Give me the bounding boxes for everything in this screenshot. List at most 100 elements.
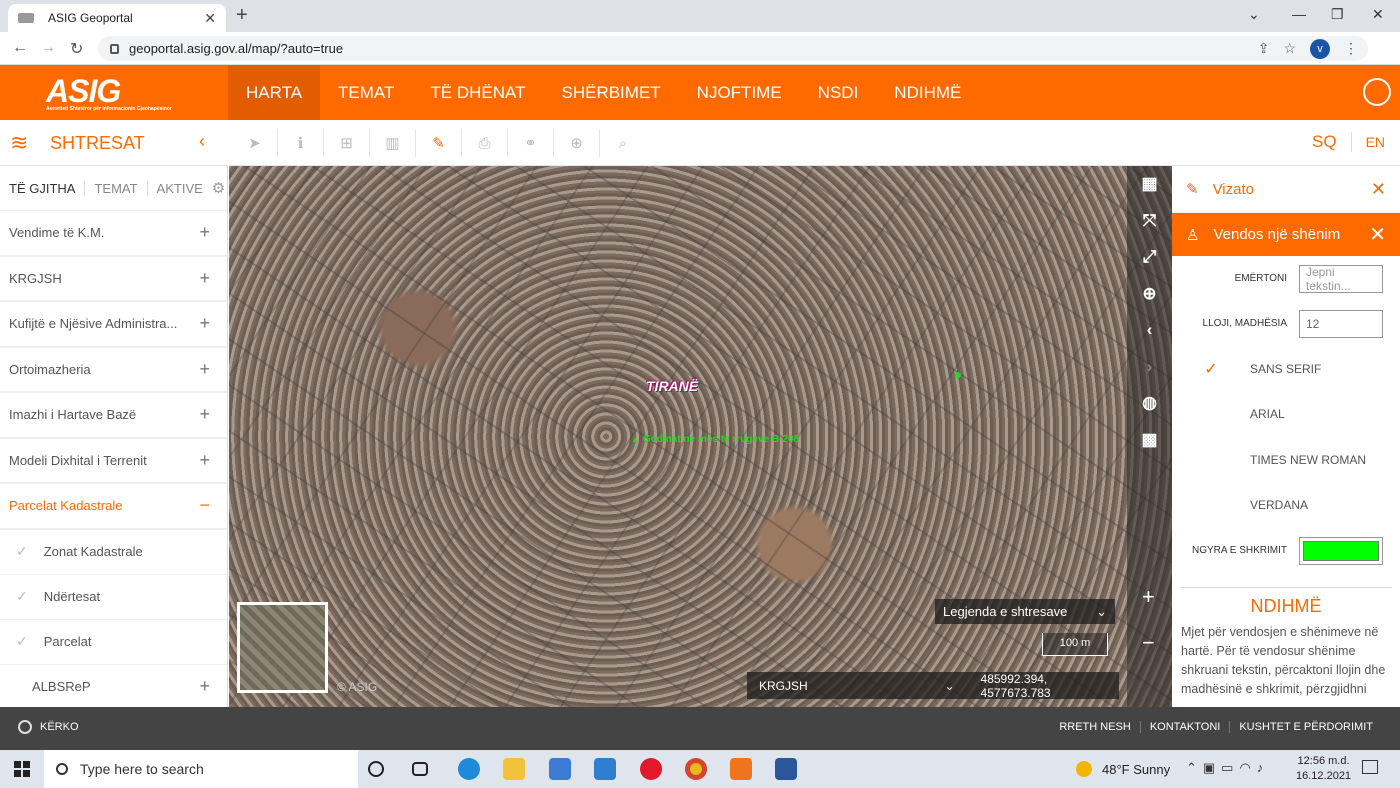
fullscreen-icon[interactable]: ⤧ [1127,203,1172,240]
link-about[interactable]: RRETH NESH [1050,721,1140,733]
layer-group-ortoimazheria[interactable]: Ortoimazheria + [0,348,227,393]
previous-extent-icon[interactable]: ‹ [1127,312,1172,349]
close-window-icon[interactable]: ✕ [1372,6,1384,23]
user-account-icon[interactable] [1363,78,1391,106]
crs-select[interactable]: KRGJSH ⌄ [747,679,963,693]
browser-menu-icon[interactable]: ⋮ [1344,40,1358,57]
print-icon[interactable]: ⎙ [462,129,508,157]
mail-icon[interactable] [594,758,616,780]
word-icon[interactable] [775,758,797,780]
clock[interactable]: 12:56 m.d. 16.12.2021 [1296,754,1351,784]
layer-parcelat[interactable]: ✓ Parcelat [0,620,227,665]
layer-group-parcelat[interactable]: Parcelat Kadastrale − [0,484,227,530]
info-icon[interactable]: ℹ [278,129,324,157]
minimize-icon[interactable]: — [1292,6,1306,22]
nav-sherbimet[interactable]: SHËRBIMET [543,65,678,120]
layer-zonat[interactable]: ✓ Zonat Kadastrale [0,530,227,575]
close-draw-icon[interactable]: ✕ [1371,179,1386,200]
nav-te-dhenat[interactable]: TË DHËNAT [412,65,543,120]
edge-icon[interactable] [458,758,480,780]
layer-group-imazhi[interactable]: Imazhi i Hartave Bazë + [0,393,227,439]
lang-en[interactable]: EN [1350,132,1385,152]
expand-icon[interactable]: ⤢ [1127,239,1172,276]
expand-icon[interactable]: + [199,404,218,425]
footer-search[interactable]: KËRKO [18,720,79,734]
grid-icon[interactable]: ▩ [1127,422,1172,459]
tab-all[interactable]: TË GJITHA [0,180,86,196]
layer-ndertesat[interactable]: ✓ Ndërtesat [0,575,227,620]
font-option-sans-serif[interactable]: ✓ SANS SERIF [1172,346,1400,392]
check-icon[interactable]: ✓ [16,543,28,560]
reload-icon[interactable]: ↻ [70,39,83,59]
search-icon[interactable]: ⌕ [600,129,646,157]
collapse-sidebar-icon[interactable]: ‹ [199,131,205,152]
map-point-marker[interactable] [955,372,961,378]
link-terms[interactable]: KUSHTET E PËRDORIMIT [1229,721,1382,733]
note-text-input[interactable]: Jepni tekstin... [1299,264,1383,293]
opera-icon[interactable] [640,758,662,780]
close-note-icon[interactable]: ✕ [1369,222,1386,247]
overview-map[interactable] [237,602,328,693]
nav-harta[interactable]: HARTA [228,65,321,120]
check-icon[interactable]: ✓ [16,588,28,605]
layer-group-krgjsh[interactable]: KRGJSH + [0,257,227,302]
collapse-icon[interactable]: − [199,495,218,516]
new-tab-icon[interactable]: + [236,4,248,27]
tab-search-icon[interactable]: ⌄ [1248,6,1260,23]
expand-icon[interactable]: + [199,450,218,471]
url-field[interactable]: geoportal.asig.gov.al/map/?auto=true ⇪ ☆… [98,36,1368,61]
nav-ndihme[interactable]: NDIHMË [876,65,979,120]
expand-icon[interactable]: + [199,222,218,243]
next-extent-icon[interactable]: › [1127,349,1172,386]
map-canvas[interactable]: TIRANË Godinat ne mes te rrugeve B-208 ©… [229,166,1172,707]
browser-tab[interactable]: ASIG Geoportal ✕ [8,4,226,32]
store-icon[interactable] [549,758,571,780]
expand-icon[interactable]: + [199,359,218,380]
layer-group-modeli[interactable]: Modeli Dixhital i Terrenit + [0,439,227,484]
nav-temat[interactable]: TEMAT [320,65,412,120]
bookmark-star-icon[interactable]: ☆ [1283,40,1296,57]
asig-logo[interactable]: ASIG Autoriteti Shtetëror për Informacio… [46,73,172,112]
file-explorer-icon[interactable] [503,758,525,780]
forward-icon[interactable]: → [40,39,56,57]
basemap-icon[interactable]: ▦ [1127,166,1172,203]
task-view-icon[interactable] [412,762,428,776]
chart-icon[interactable]: ▥ [370,129,416,157]
font-option-times[interactable]: TIMES NEW ROMAN [1172,437,1400,483]
add-icon[interactable]: ⊞ [324,129,370,157]
share-icon[interactable]: ⇪ [1258,40,1270,57]
lang-sq[interactable]: SQ [1312,132,1337,152]
cortana-icon[interactable] [368,761,384,777]
plus-circle-icon[interactable]: ⊕ [554,129,600,157]
tab-themes[interactable]: TEMAT [85,180,148,196]
link-icon[interactable]: ⚭ [508,129,554,157]
taskbar-search[interactable]: Type here to search [44,750,358,788]
weather-widget[interactable]: 48°F Sunny [1076,761,1170,777]
font-size-input[interactable]: 12 [1299,309,1383,338]
back-icon[interactable]: ← [12,39,28,57]
globe-icon[interactable]: ◍ [1127,385,1172,422]
layer-group-albsrep[interactable]: ALBSReP + [0,665,227,708]
expand-icon[interactable]: + [199,268,218,289]
layer-group-kufijte[interactable]: Kufijtë e Njësive Administra... + [0,302,227,348]
zoom-out-button[interactable]: − [1142,630,1155,656]
expand-icon[interactable]: + [199,676,218,697]
layer-group-vendime[interactable]: Vendime të K.M. + [0,211,227,257]
pointer-icon[interactable]: ➤ [232,129,278,157]
check-icon[interactable]: ✓ [16,633,28,650]
system-tray-icons[interactable]: ⌃▣▭◠♪ [1186,760,1269,776]
legend-dropdown[interactable]: Legjenda e shtresave ⌄ [935,599,1115,624]
expand-icon[interactable]: + [199,313,218,334]
zoom-in-button[interactable]: + [1142,584,1155,610]
font-option-arial[interactable]: ARIAL [1172,392,1400,438]
nav-njoftime[interactable]: NJOFTIME [679,65,800,120]
close-tab-icon[interactable]: ✕ [204,10,216,27]
nav-nsdi[interactable]: NSDI [800,65,877,120]
text-color-picker[interactable] [1299,536,1383,565]
edit-icon[interactable]: ✎ [416,129,462,157]
app-icon[interactable] [730,758,752,780]
font-option-verdana[interactable]: VERDANA [1172,483,1400,529]
maximize-icon[interactable]: ❐ [1331,6,1344,23]
zoom-extent-icon[interactable]: ⊕ [1127,276,1172,313]
link-contact[interactable]: KONTAKTONI [1139,721,1230,733]
